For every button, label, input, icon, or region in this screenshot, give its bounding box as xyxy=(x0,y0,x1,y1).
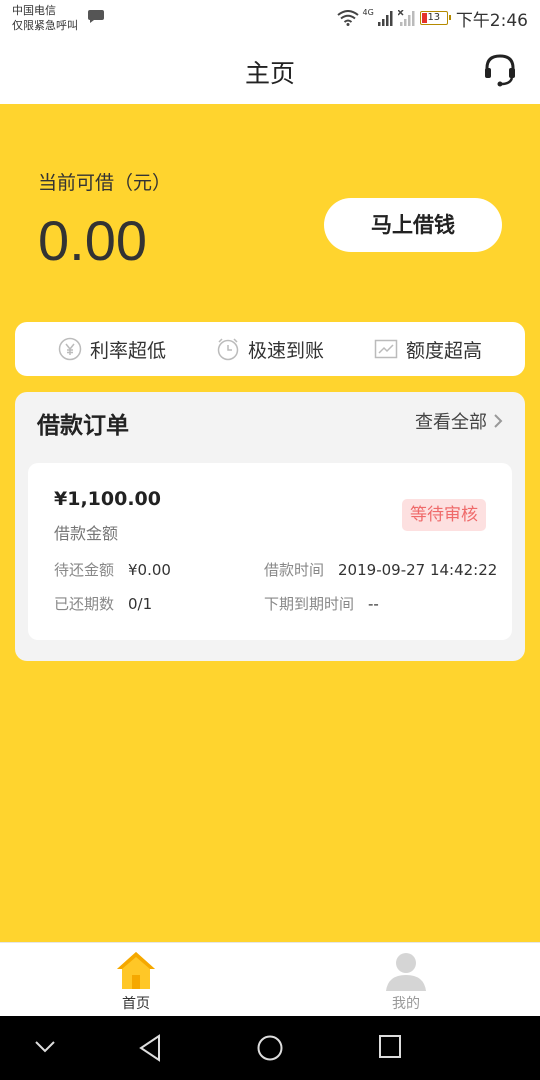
next-due-row: 下期到期时间 -- xyxy=(264,593,379,614)
feature-label: 额度超高 xyxy=(405,339,482,362)
clock-icon xyxy=(217,338,239,361)
feature-high-limit: 额度超高 xyxy=(374,336,482,363)
home-circle-icon[interactable] xyxy=(256,1034,284,1062)
tab-bar: 首页 我的 xyxy=(0,942,540,1016)
pending-amount-row: 待还金额 ¥0.00 xyxy=(54,559,171,580)
recent-apps-icon[interactable] xyxy=(378,1034,402,1060)
page-title: 主页 xyxy=(244,59,295,88)
next-due-label: 下期到期时间 xyxy=(264,595,355,613)
carrier-info: 中国电信 仅限紧急呼叫 xyxy=(12,3,78,33)
tab-home[interactable]: 首页 xyxy=(96,949,176,1013)
carrier-name: 中国电信 xyxy=(12,4,56,17)
pending-amount-label: 待还金额 xyxy=(54,561,115,579)
emergency-only: 仅限紧急呼叫 xyxy=(12,19,78,32)
feature-low-rate: 利率超低 xyxy=(58,336,166,363)
tab-mine[interactable]: 我的 xyxy=(366,949,446,1013)
navbar: 主页 xyxy=(0,36,540,104)
user-icon xyxy=(386,953,426,991)
loan-orders-panel: 借款订单 查看全部 ¥1,100.00 借款金额 等待审核 待还金额 ¥0.00 … xyxy=(15,392,525,661)
hide-keyboard-icon[interactable] xyxy=(34,1040,56,1054)
feature-fast-arrival: 极速到账 xyxy=(216,336,324,363)
tab-home-label: 首页 xyxy=(122,996,150,1012)
home-icon xyxy=(117,952,155,989)
order-amount: ¥1,100.00 xyxy=(54,488,161,510)
pending-amount-value: ¥0.00 xyxy=(128,561,171,579)
message-icon xyxy=(88,10,104,23)
repaid-periods-value: 0/1 xyxy=(128,595,153,613)
order-card[interactable]: ¥1,100.00 借款金额 等待审核 待还金额 ¥0.00 借款时间 2019-0… xyxy=(28,463,512,640)
features-bar: 利率超低 极速到账 额度超高 xyxy=(15,322,525,376)
feature-label: 利率超低 xyxy=(89,339,166,362)
available-amount: 0.00 xyxy=(38,209,147,272)
yen-icon xyxy=(58,337,82,361)
battery-icon: 13 xyxy=(419,11,451,25)
feature-label: 极速到账 xyxy=(247,339,324,362)
repaid-periods-label: 已还期数 xyxy=(54,595,115,613)
next-due-value: -- xyxy=(368,595,379,613)
tab-mine-label: 我的 xyxy=(392,996,420,1012)
available-label: 当前可借（元） xyxy=(38,172,172,194)
headset-icon[interactable] xyxy=(482,52,518,88)
loan-time-row: 借款时间 2019-09-27 14:42:22 xyxy=(264,559,497,580)
status-icons: 4G 13 下午2:46 xyxy=(336,6,528,31)
borrow-now-button[interactable]: 马上借钱 xyxy=(324,198,502,252)
status-time: 下午2:46 xyxy=(455,10,528,31)
status-badge: 等待审核 xyxy=(402,499,486,531)
system-navigation-bar xyxy=(0,1016,540,1080)
network-type: 4G xyxy=(362,8,374,17)
chevron-right-icon xyxy=(494,414,503,428)
loan-time-label: 借款时间 xyxy=(264,561,325,579)
no-signal-icon xyxy=(397,10,415,26)
status-bar: 中国电信 仅限紧急呼叫 4G 13 下午2:46 xyxy=(0,0,540,36)
order-amount-label: 借款金额 xyxy=(54,524,119,543)
battery-level: 13 xyxy=(427,12,441,23)
loan-time-value: 2019-09-27 14:42:22 xyxy=(338,561,498,579)
orders-title: 借款订单 xyxy=(37,413,129,439)
chart-icon xyxy=(374,339,398,359)
signal-icon xyxy=(377,11,393,26)
repaid-periods-row: 已还期数 0/1 xyxy=(54,593,152,614)
view-all-label: 查看全部 xyxy=(415,412,487,433)
view-all-link[interactable]: 查看全部 xyxy=(415,408,503,434)
back-icon[interactable] xyxy=(138,1034,162,1062)
wifi-icon xyxy=(336,10,359,26)
